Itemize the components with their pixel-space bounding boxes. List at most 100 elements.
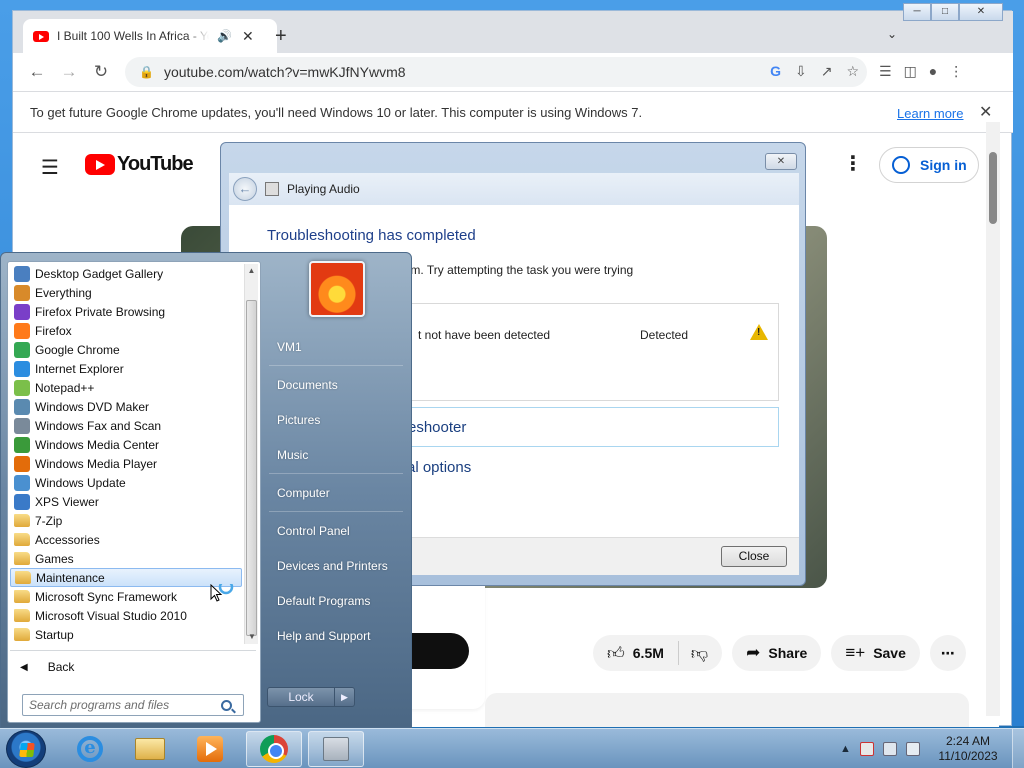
clock-date: 11/10/2023 — [938, 749, 998, 763]
hamburger-menu-icon[interactable]: ☰ — [41, 155, 59, 180]
more-actions-button[interactable]: ⋯ — [929, 635, 966, 671]
search-icon[interactable] — [221, 699, 232, 711]
share-button[interactable]: ➦ Share — [732, 635, 822, 671]
search-box[interactable] — [22, 694, 244, 716]
page-scrollbar-thumb[interactable] — [989, 152, 997, 224]
save-button[interactable]: ≡+ Save — [831, 635, 920, 671]
program-item[interactable]: Windows Media Center — [10, 435, 242, 454]
infobar-close-icon[interactable]: ✕ — [979, 102, 992, 122]
learn-more-link[interactable]: Learn more — [897, 106, 963, 121]
search-input[interactable] — [29, 698, 215, 712]
start-right-item[interactable]: VM1 — [265, 329, 407, 364]
folder-item[interactable]: Games — [10, 549, 242, 568]
start-right-item[interactable]: Default Programs — [265, 583, 407, 618]
lock-button[interactable]: Lock — [267, 687, 335, 707]
show-desktop-button[interactable] — [1012, 729, 1024, 768]
start-right-item[interactable]: Control Panel — [265, 513, 407, 548]
program-item[interactable]: XPS Viewer — [10, 492, 242, 511]
window-close-button[interactable]: ✕ — [959, 3, 1003, 21]
program-item[interactable]: Everything — [10, 283, 242, 302]
lock-icon[interactable]: 🔒 — [139, 65, 154, 79]
network-icon[interactable] — [882, 742, 897, 756]
google-translate-icon[interactable]: G — [770, 63, 781, 80]
tab-search-chevron-icon[interactable]: ⌄ — [887, 27, 897, 41]
folder-item[interactable]: Maintenance — [10, 568, 242, 587]
program-item[interactable]: Internet Explorer — [10, 359, 242, 378]
folder-item[interactable]: 7-Zip — [10, 511, 242, 530]
program-item[interactable]: Google Chrome — [10, 340, 242, 359]
start-right-item[interactable]: Documents — [265, 367, 407, 402]
folder-label: Microsoft Visual Studio 2010 — [35, 608, 187, 623]
page-scrollbar[interactable] — [986, 122, 1000, 716]
sign-in-button[interactable]: Sign in — [879, 147, 979, 183]
address-bar[interactable]: 🔒 youtube.com/watch?v=mwKJfNYwvm8 G ⇩ ↗ … — [125, 57, 867, 87]
dialog-close-x[interactable]: ✕ — [765, 153, 797, 170]
thumbs-up-icon[interactable]: 👍︎ — [607, 643, 625, 664]
new-tab-button[interactable]: + — [275, 25, 287, 48]
settings-kebab-icon[interactable]: ⋮ — [843, 151, 863, 176]
volume-muted-icon[interactable] — [905, 742, 920, 756]
taskbar-internet-explorer[interactable]: e — [62, 731, 118, 767]
start-right-item[interactable]: Music — [265, 437, 407, 472]
action-center-icon[interactable] — [859, 742, 874, 756]
folder-item[interactable]: Microsoft Visual Studio 2010 — [10, 606, 242, 625]
program-item[interactable]: Firefox — [10, 321, 242, 340]
chrome-menu-icon[interactable]: ⋮ — [949, 63, 963, 80]
profile-avatar-icon[interactable]: ● — [929, 63, 937, 80]
youtube-logo[interactable]: YouTube — [85, 153, 194, 176]
maximize-button[interactable]: □ — [931, 3, 959, 21]
program-item[interactable]: Windows Media Player — [10, 454, 242, 473]
clock[interactable]: 2:24 AM 11/10/2023 — [938, 734, 998, 764]
program-item[interactable]: Desktop Gadget Gallery — [10, 264, 242, 283]
dialog-close-button[interactable]: Close — [721, 546, 787, 567]
reload-icon[interactable]: ↻ — [85, 62, 117, 82]
folder-item[interactable]: Startup — [10, 625, 242, 644]
taskbar-file-explorer[interactable] — [122, 731, 178, 767]
tab-close-icon[interactable]: ✕ — [242, 28, 254, 45]
show-hidden-icons[interactable]: ▲ — [840, 743, 851, 755]
taskbar-chrome[interactable] — [246, 731, 302, 767]
tab-youtube[interactable]: I Built 100 Wells In Africa - YouTube 🔊 … — [23, 19, 277, 53]
programs-scroll-thumb[interactable] — [246, 300, 257, 636]
program-item[interactable]: Notepad++ — [10, 378, 242, 397]
dialog-back-icon[interactable]: ← — [233, 177, 257, 201]
side-panel-icon[interactable]: ◫ — [904, 63, 917, 80]
scroll-down-icon[interactable]: ▼ — [245, 630, 259, 644]
program-item[interactable]: Windows Update — [10, 473, 242, 492]
program-item[interactable]: Windows Fax and Scan — [10, 416, 242, 435]
programs-scrollbar[interactable]: ▲ ▼ — [244, 264, 258, 644]
start-right-item[interactable]: Pictures — [265, 402, 407, 437]
back-arrow-icon[interactable]: ← — [21, 62, 53, 82]
description-card[interactable] — [485, 693, 969, 727]
start-right-item[interactable]: Devices and Printers — [265, 548, 407, 583]
toolbar-right-icons: ☰ ◫ ● ⋮ — [879, 63, 963, 80]
forward-arrow-icon[interactable]: → — [53, 62, 85, 82]
install-app-icon[interactable]: ⇩ — [795, 63, 807, 80]
speaker-icon[interactable]: 🔊 — [217, 29, 232, 43]
share-page-icon[interactable]: ↗ — [821, 63, 833, 80]
url-text[interactable]: youtube.com/watch?v=mwKJfNYwvm8 — [164, 64, 406, 80]
thumbs-down-icon[interactable]: 👎︎ — [691, 643, 708, 664]
program-icon — [14, 417, 30, 434]
folder-label: Microsoft Sync Framework — [35, 589, 178, 604]
taskbar-media-player[interactable] — [182, 731, 238, 767]
bookmark-star-icon[interactable]: ☆ — [846, 63, 859, 80]
media-controls-icon[interactable]: ☰ — [879, 63, 892, 80]
program-item[interactable]: Windows DVD Maker — [10, 397, 242, 416]
start-right-item[interactable]: Computer — [265, 475, 407, 510]
issue-text: t not have been detected — [418, 328, 551, 342]
windows-logo-icon — [19, 743, 35, 757]
shutdown-options-arrow-icon[interactable]: ▶ — [335, 687, 355, 707]
subscribe-button[interactable] — [409, 633, 469, 669]
like-count[interactable]: 6.5M — [633, 645, 664, 661]
user-avatar[interactable] — [309, 261, 365, 317]
scroll-up-icon[interactable]: ▲ — [245, 264, 258, 278]
folder-item[interactable]: Accessories — [10, 530, 242, 549]
back-button[interactable]: ◀ Back — [20, 660, 74, 674]
minimize-button[interactable]: ─ — [903, 3, 931, 21]
start-button[interactable] — [6, 730, 46, 768]
folder-item[interactable]: Microsoft Sync Framework — [10, 587, 242, 606]
program-item[interactable]: Firefox Private Browsing — [10, 302, 242, 321]
start-right-item[interactable]: Help and Support — [265, 618, 407, 653]
taskbar-troubleshooter[interactable] — [308, 731, 364, 767]
